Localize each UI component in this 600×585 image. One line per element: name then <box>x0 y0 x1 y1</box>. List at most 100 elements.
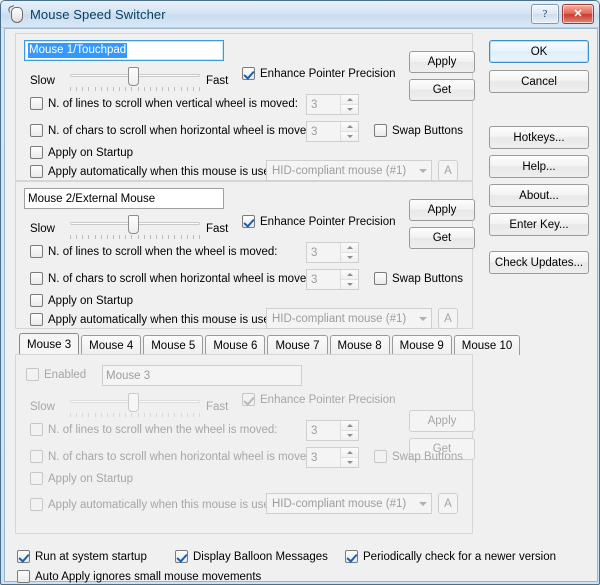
chevron-down-icon[interactable] <box>414 501 431 506</box>
mouse3-apply-button[interactable]: Apply <box>409 410 475 432</box>
spinner-arrows[interactable] <box>340 95 358 114</box>
mouse1-device-combo[interactable]: HID-compliant mouse (#1) <box>266 160 432 181</box>
mouse2-swap-buttons-checkbox[interactable]: Swap Buttons <box>374 272 463 285</box>
mouse1-vertical-lines-checkbox[interactable]: N. of lines to scroll when vertical whee… <box>30 97 298 110</box>
auto-apply-ignores-small-movements-checkbox[interactable]: Auto Apply ignores small mouse movements <box>17 570 261 583</box>
tab-mouse-4[interactable]: Mouse 4 <box>81 335 142 355</box>
spinner-value: 3 <box>311 98 318 111</box>
mouse1-a-button[interactable]: A <box>438 160 458 181</box>
mouse2-name-input[interactable] <box>24 188 224 209</box>
button-label: Help... <box>522 160 556 173</box>
slider-thumb[interactable] <box>128 215 139 234</box>
cancel-button[interactable]: Cancel <box>489 70 589 93</box>
mouse1-vertical-lines-spinner[interactable]: 3 <box>306 94 359 115</box>
checkbox-label: N. of chars to scroll when horizontal wh… <box>48 124 316 137</box>
mouse3-enabled-checkbox[interactable]: Enabled <box>26 368 86 381</box>
spinner-up-icon[interactable] <box>341 122 358 132</box>
mouse3-wheel-lines-checkbox[interactable]: N. of lines to scroll when the wheel is … <box>30 423 277 436</box>
run-at-system-startup-checkbox[interactable]: Run at system startup <box>17 550 147 563</box>
tab-mouse-5[interactable]: Mouse 5 <box>143 335 204 355</box>
slider-ticks <box>70 413 200 417</box>
mouse2-apply-button[interactable]: Apply <box>409 199 475 221</box>
help-button[interactable]: Help... <box>489 155 589 178</box>
check-updates-button[interactable]: Check Updates... <box>489 251 589 274</box>
mouse2-horizontal-chars-spinner[interactable]: 3 <box>306 269 359 290</box>
tab-mouse-6[interactable]: Mouse 6 <box>205 335 266 355</box>
mouse3-wheel-lines-spinner[interactable]: 3 <box>306 420 359 441</box>
mouse1-enhance-pointer-precision-checkbox[interactable]: Enhance Pointer Precision <box>242 67 396 80</box>
spinner-up-icon[interactable] <box>341 243 358 253</box>
checkbox-box <box>30 245 43 258</box>
tab-label: Mouse 9 <box>399 339 444 352</box>
hotkeys-button[interactable]: Hotkeys... <box>489 126 589 149</box>
close-button[interactable]: ✕ <box>562 4 594 24</box>
mouse2-enhance-pointer-precision-checkbox[interactable]: Enhance Pointer Precision <box>242 215 396 228</box>
display-balloon-messages-checkbox[interactable]: Display Balloon Messages <box>175 550 328 563</box>
mouse3-auto-apply-checkbox[interactable]: Apply automatically when this mouse is u… <box>30 498 279 511</box>
periodically-check-updates-checkbox[interactable]: Periodically check for a newer version <box>345 550 556 563</box>
mouse1-horizontal-chars-spinner[interactable]: 3 <box>306 121 359 142</box>
checkbox-label: Apply automatically when this mouse is u… <box>48 498 280 511</box>
spinner-arrows[interactable] <box>340 243 358 262</box>
chevron-down-icon[interactable] <box>414 316 431 321</box>
mouse1-name-input[interactable] <box>24 40 224 61</box>
mouse3-name-input[interactable] <box>102 365 302 386</box>
spinner-down-icon[interactable] <box>341 280 358 289</box>
mouse3-horizontal-chars-checkbox[interactable]: N. of chars to scroll when horizontal wh… <box>30 450 316 463</box>
mouse2-speed-slider[interactable] <box>70 214 200 239</box>
slider-thumb[interactable] <box>128 67 139 86</box>
mouse1-auto-apply-checkbox[interactable]: Apply automatically when this mouse is u… <box>30 165 279 178</box>
spinner-up-icon[interactable] <box>341 421 358 431</box>
mouse2-apply-on-startup-checkbox[interactable]: Apply on Startup <box>30 294 133 307</box>
mouse1-horizontal-chars-checkbox[interactable]: N. of chars to scroll when horizontal wh… <box>30 124 316 137</box>
tab-mouse-3[interactable]: Mouse 3 <box>19 333 80 355</box>
spinner-arrows[interactable] <box>340 122 358 141</box>
tab-mouse-7[interactable]: Mouse 7 <box>267 335 328 355</box>
spinner-down-icon[interactable] <box>341 431 358 440</box>
slider-thumb[interactable] <box>128 393 139 412</box>
mouse1-swap-buttons-checkbox[interactable]: Swap Buttons <box>374 124 463 137</box>
mouse3-swap-buttons-checkbox[interactable]: Swap Buttons <box>374 450 463 463</box>
ok-button[interactable]: OK <box>489 40 589 63</box>
mouse2-wheel-lines-spinner[interactable]: 3 <box>306 242 359 263</box>
spinner-arrows[interactable] <box>340 448 358 467</box>
mouse3-slow-label: Slow <box>30 401 55 413</box>
mouse3-apply-on-startup-checkbox[interactable]: Apply on Startup <box>30 472 133 485</box>
tab-mouse-10[interactable]: Mouse 10 <box>453 335 521 355</box>
checkbox-label: Apply automatically when this mouse is u… <box>48 313 280 326</box>
button-label: A <box>444 312 452 325</box>
spinner-arrows[interactable] <box>340 421 358 440</box>
mouse2-auto-apply-checkbox[interactable]: Apply automatically when this mouse is u… <box>30 313 279 326</box>
button-label: Hotkeys... <box>513 131 565 144</box>
mouse2-wheel-lines-checkbox[interactable]: N. of lines to scroll when the wheel is … <box>30 245 277 258</box>
mouse1-apply-button[interactable]: Apply <box>409 51 475 73</box>
help-caption-button[interactable]: ? <box>531 4 559 24</box>
spinner-down-icon[interactable] <box>341 105 358 114</box>
mouse1-speed-slider[interactable] <box>70 66 200 91</box>
mouse2-a-button[interactable]: A <box>438 308 458 329</box>
mouse2-horizontal-chars-checkbox[interactable]: N. of chars to scroll when horizontal wh… <box>30 272 316 285</box>
question-mark-icon: ? <box>542 7 548 20</box>
mouse-icon <box>7 5 25 23</box>
spinner-down-icon[interactable] <box>341 253 358 262</box>
spinner-up-icon[interactable] <box>341 448 358 458</box>
spinner-down-icon[interactable] <box>341 458 358 467</box>
mouse2-device-combo[interactable]: HID-compliant mouse (#1) <box>266 308 432 329</box>
enter-key-button[interactable]: Enter Key... <box>489 213 589 236</box>
mouse3-horizontal-chars-spinner[interactable]: 3 <box>306 447 359 468</box>
mouse3-a-button[interactable]: A <box>438 493 458 514</box>
tab-mouse-8[interactable]: Mouse 8 <box>329 335 390 355</box>
spinner-down-icon[interactable] <box>341 132 358 141</box>
mouse3-speed-slider[interactable] <box>70 392 200 417</box>
mouse1-apply-on-startup-checkbox[interactable]: Apply on Startup <box>30 146 133 159</box>
tab-mouse-9[interactable]: Mouse 9 <box>391 335 452 355</box>
spinner-up-icon[interactable] <box>341 270 358 280</box>
mouse1-get-button[interactable]: Get <box>409 79 475 101</box>
chevron-down-icon[interactable] <box>414 168 431 173</box>
about-button[interactable]: About... <box>489 184 589 207</box>
mouse3-device-combo[interactable]: HID-compliant mouse (#1) <box>266 493 432 514</box>
spinner-arrows[interactable] <box>340 270 358 289</box>
spinner-up-icon[interactable] <box>341 95 358 105</box>
mouse3-enhance-pointer-precision-checkbox[interactable]: Enhance Pointer Precision <box>242 393 396 406</box>
mouse2-get-button[interactable]: Get <box>409 227 475 249</box>
